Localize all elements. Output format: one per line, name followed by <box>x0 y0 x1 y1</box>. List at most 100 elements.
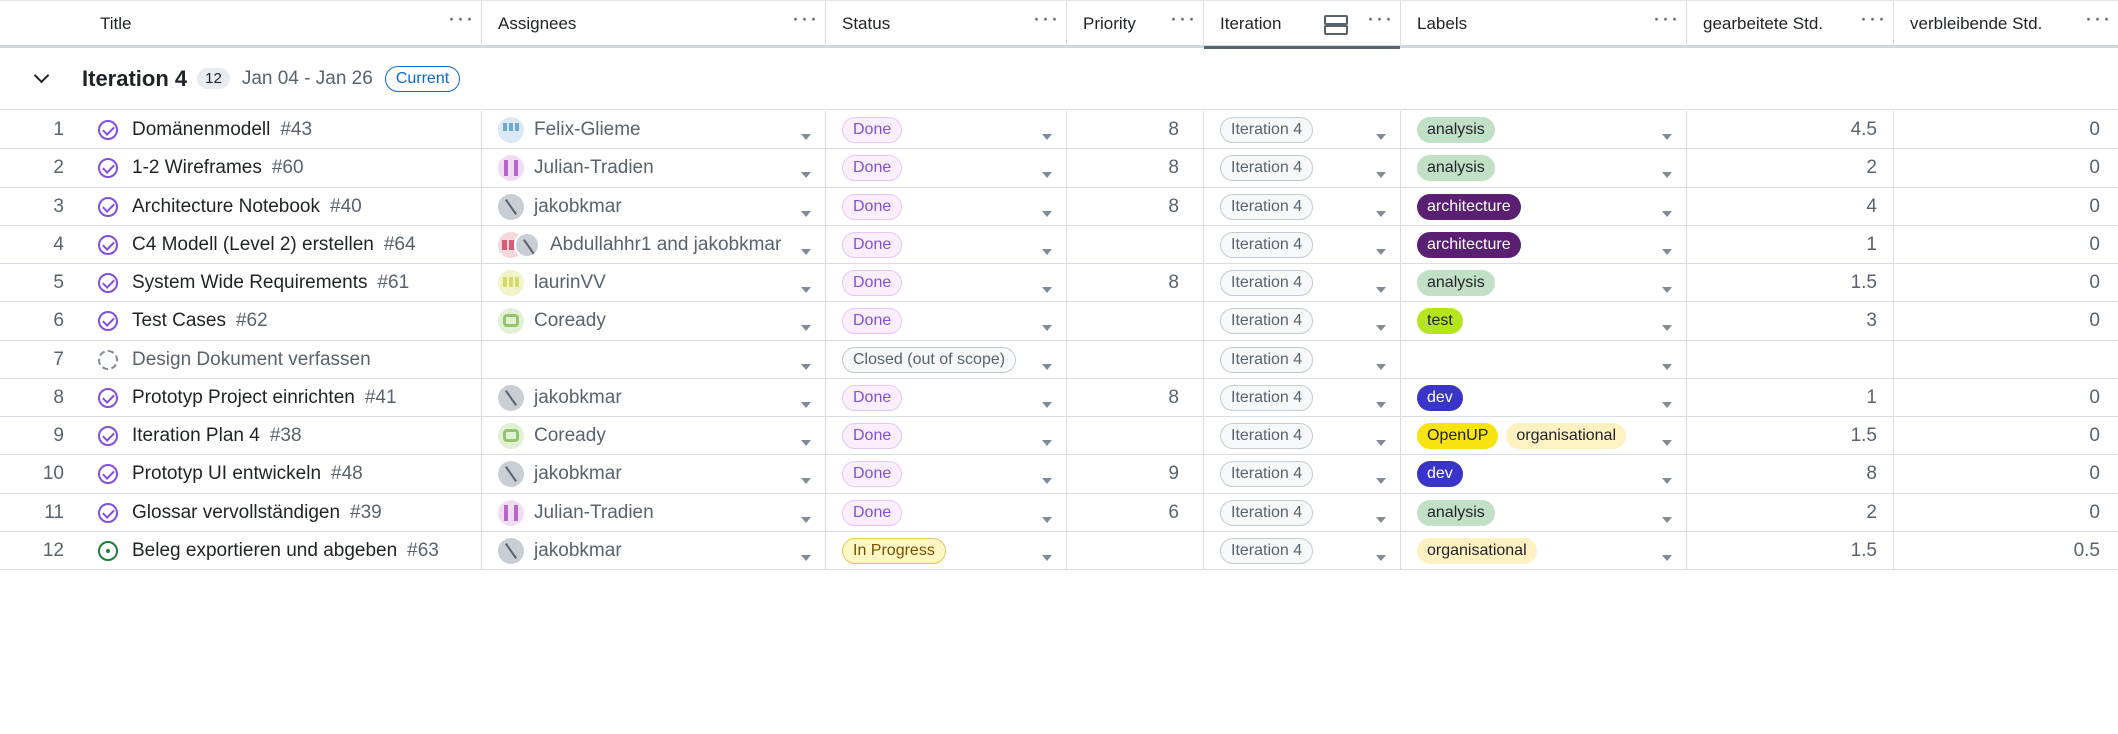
priority-cell[interactable] <box>1067 531 1204 570</box>
iteration-cell[interactable]: Iteration 4 <box>1204 264 1401 303</box>
title-cell[interactable]: Beleg exportieren und abgeben #63 <box>84 531 482 570</box>
issue-title-link[interactable]: Architecture Notebook <box>132 196 320 218</box>
title-cell[interactable]: Test Cases #62 <box>84 302 482 341</box>
assignees-cell[interactable]: laurinVV <box>482 264 826 303</box>
remaining-hours-cell[interactable]: 0 <box>1894 264 2118 302</box>
dropdown-caret-icon[interactable] <box>1376 287 1386 293</box>
issue-title-link[interactable]: Iteration Plan 4 <box>132 425 260 447</box>
title-cell[interactable]: Domänenmodell #43 <box>84 111 482 150</box>
status-cell[interactable]: Done <box>826 493 1067 532</box>
dropdown-caret-icon[interactable] <box>801 287 811 293</box>
priority-cell[interactable] <box>1067 417 1204 456</box>
worked-hours-cell[interactable]: 1.5 <box>1687 417 1894 456</box>
dropdown-caret-icon[interactable] <box>801 478 811 485</box>
dropdown-caret-icon[interactable] <box>801 554 811 561</box>
priority-cell[interactable]: 8 <box>1067 378 1204 417</box>
worked-hours-cell[interactable]: 4 <box>1687 187 1894 226</box>
table-row[interactable]: 8 Prototyp Project einrichten #41 jakobkmar… <box>0 378 2118 417</box>
dropdown-caret-icon[interactable] <box>1376 401 1386 408</box>
assignees-cell[interactable]: jakobkmar <box>482 455 826 494</box>
dropdown-caret-icon[interactable] <box>801 210 811 217</box>
dropdown-caret-icon[interactable] <box>1376 210 1386 217</box>
column-header-remaining[interactable]: verbleibende Std. ··· <box>1894 1 2118 46</box>
iteration-cell[interactable]: Iteration 4 <box>1204 455 1401 494</box>
remaining-hours-cell[interactable]: 0 <box>1894 149 2118 187</box>
priority-cell[interactable] <box>1067 340 1204 379</box>
column-header-title[interactable]: Title ··· <box>84 1 482 46</box>
dropdown-caret-icon[interactable] <box>1662 287 1672 293</box>
dropdown-caret-icon[interactable] <box>1042 401 1052 408</box>
issue-title-link[interactable]: C4 Modell (Level 2) erstellen <box>132 234 374 256</box>
table-row[interactable]: 7 Design Dokument verfassen Closed (out of… <box>0 340 2118 379</box>
dropdown-caret-icon[interactable] <box>1042 134 1052 140</box>
more-options-icon[interactable]: ··· <box>441 6 481 41</box>
labels-cell[interactable]: analysis <box>1401 111 1687 150</box>
title-cell[interactable]: System Wide Requirements #61 <box>84 264 482 303</box>
column-header-labels[interactable]: Labels ··· <box>1401 1 1687 46</box>
status-cell[interactable]: In Progress <box>826 531 1067 570</box>
dropdown-caret-icon[interactable] <box>1376 478 1386 485</box>
assignees-cell[interactable]: Coready <box>482 417 826 456</box>
dropdown-caret-icon[interactable] <box>801 248 811 255</box>
dropdown-caret-icon[interactable] <box>1376 554 1386 561</box>
dropdown-caret-icon[interactable] <box>1662 516 1672 523</box>
issue-title-link[interactable]: Beleg exportieren und abgeben <box>132 540 397 562</box>
issue-title-link[interactable]: System Wide Requirements <box>132 272 367 294</box>
dropdown-caret-icon[interactable] <box>1042 325 1052 332</box>
labels-cell[interactable]: OpenUP organisational <box>1401 417 1687 456</box>
remaining-hours-cell[interactable]: 0 <box>1894 226 2118 264</box>
remaining-hours-cell[interactable]: 0 <box>1894 494 2118 532</box>
status-cell[interactable]: Done <box>826 378 1067 417</box>
worked-hours-cell[interactable]: 2 <box>1687 493 1894 532</box>
worked-hours-cell[interactable]: 1.5 <box>1687 264 1894 303</box>
dropdown-caret-icon[interactable] <box>1662 554 1672 561</box>
dropdown-caret-icon[interactable] <box>801 134 811 140</box>
priority-cell[interactable]: 8 <box>1067 187 1204 226</box>
more-options-icon[interactable]: ··· <box>2078 6 2118 41</box>
dropdown-caret-icon[interactable] <box>1042 248 1052 255</box>
dropdown-caret-icon[interactable] <box>1662 363 1672 370</box>
dropdown-caret-icon[interactable] <box>1662 401 1672 408</box>
issue-title-link[interactable]: Test Cases <box>132 310 226 332</box>
status-cell[interactable]: Done <box>826 455 1067 494</box>
dropdown-caret-icon[interactable] <box>801 516 811 523</box>
status-cell[interactable]: Done <box>826 417 1067 456</box>
column-header-iteration[interactable]: Iteration ··· <box>1204 1 1401 49</box>
dropdown-caret-icon[interactable] <box>801 325 811 332</box>
status-cell[interactable]: Closed (out of scope) <box>826 340 1067 379</box>
assignees-cell[interactable]: jakobkmar <box>482 187 826 226</box>
labels-cell[interactable] <box>1401 340 1687 379</box>
dropdown-caret-icon[interactable] <box>1376 172 1386 179</box>
remaining-hours-cell[interactable]: 0.5 <box>1894 532 2118 570</box>
remaining-hours-cell[interactable] <box>1894 341 2118 379</box>
dropdown-caret-icon[interactable] <box>1042 363 1052 370</box>
more-options-icon[interactable]: ··· <box>1026 6 1066 41</box>
dropdown-caret-icon[interactable] <box>1376 134 1386 140</box>
priority-cell[interactable]: 8 <box>1067 149 1204 188</box>
labels-cell[interactable]: architecture <box>1401 225 1687 264</box>
labels-cell[interactable]: analysis <box>1401 149 1687 188</box>
assignees-cell[interactable]: Felix-Glieme <box>482 111 826 150</box>
column-header-assignees[interactable]: Assignees ··· <box>482 1 826 46</box>
remaining-hours-cell[interactable]: 0 <box>1894 417 2118 455</box>
labels-cell[interactable]: dev <box>1401 455 1687 494</box>
status-cell[interactable]: Done <box>826 225 1067 264</box>
table-row[interactable]: 12 Beleg exportieren und abgeben #63 jakobk… <box>0 531 2118 570</box>
worked-hours-cell[interactable]: 1 <box>1687 225 1894 264</box>
worked-hours-cell[interactable]: 1 <box>1687 378 1894 417</box>
remaining-hours-cell[interactable]: 0 <box>1894 302 2118 340</box>
priority-cell[interactable]: 8 <box>1067 111 1204 150</box>
status-cell[interactable]: Done <box>826 149 1067 188</box>
priority-cell[interactable]: 9 <box>1067 455 1204 494</box>
group-by-icon[interactable] <box>1324 14 1348 35</box>
dropdown-caret-icon[interactable] <box>1376 248 1386 255</box>
remaining-hours-cell[interactable]: 0 <box>1894 111 2118 149</box>
iteration-cell[interactable]: Iteration 4 <box>1204 378 1401 417</box>
table-row[interactable]: 5 System Wide Requirements #61 laurinVV Done… <box>0 264 2118 303</box>
assignees-cell[interactable] <box>482 340 826 379</box>
issue-title-link[interactable]: 1-2 Wireframes <box>132 157 262 179</box>
issue-title-link[interactable]: Prototyp Project einrichten <box>132 387 355 409</box>
iteration-cell[interactable]: Iteration 4 <box>1204 531 1401 570</box>
table-row[interactable]: 2 1-2 Wireframes #60 Julian-Tradien Done 8 Ite… <box>0 149 2118 188</box>
dropdown-caret-icon[interactable] <box>1042 210 1052 217</box>
